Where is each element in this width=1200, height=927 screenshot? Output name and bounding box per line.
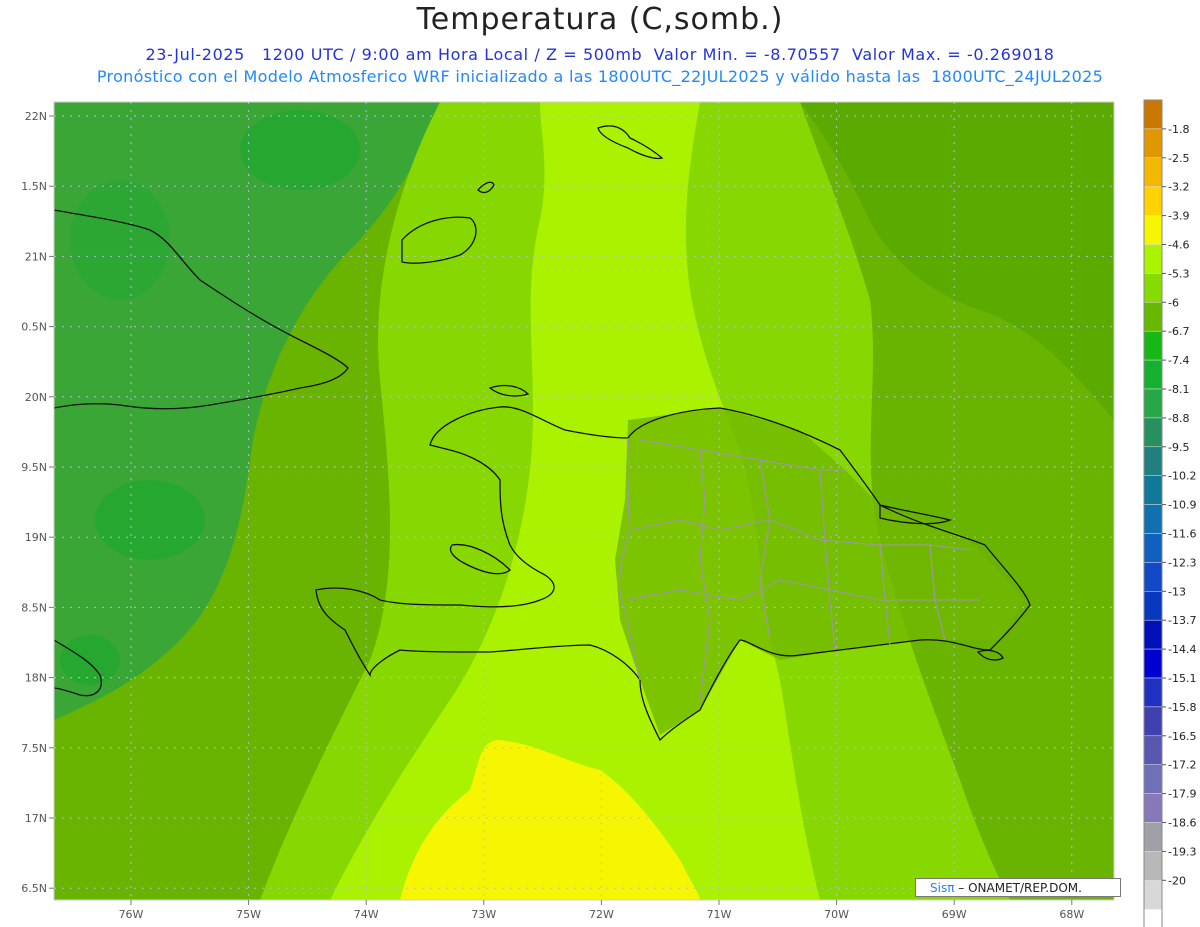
- colorbar-swatch: [1143, 157, 1163, 187]
- colorbar-swatch: [1143, 591, 1163, 621]
- lon-label: 68W: [1059, 908, 1084, 921]
- colorbar-swatch: [1143, 533, 1163, 563]
- colorbar-swatch: [1143, 388, 1163, 419]
- lon-label: 71W: [707, 908, 732, 921]
- lon-label: 72W: [589, 908, 614, 921]
- colorbar-label: -19.3: [1168, 845, 1196, 858]
- colorbar-swatch: [1143, 446, 1163, 476]
- colorbar-label: -2.5: [1168, 152, 1189, 165]
- colorbar-swatch: [1143, 793, 1163, 823]
- colorbar-swatch: [1143, 302, 1163, 332]
- colorbar-label: -8.8: [1168, 412, 1189, 425]
- lon-label: 70W: [824, 908, 849, 921]
- colorbar-swatch: [1143, 330, 1163, 361]
- colorbar-swatch: [1143, 475, 1163, 505]
- colorbar-label: -10.2: [1168, 470, 1196, 483]
- sispi-logo: Sisπ: [930, 881, 955, 895]
- lat-label: 0.5N: [21, 321, 47, 334]
- lon-label: 76W: [119, 908, 144, 921]
- colorbar-swatch: [1143, 822, 1163, 852]
- colorbar-label: -14.4: [1168, 643, 1196, 656]
- lon-label: 69W: [942, 908, 967, 921]
- lat-label: 6.5N: [21, 882, 47, 895]
- colorbar-label: -4.6: [1168, 239, 1189, 252]
- lat-label: 18N: [25, 672, 47, 685]
- lat-label: 19N: [25, 531, 47, 544]
- colorbar-label: -3.2: [1168, 181, 1189, 194]
- colorbar-label: -12.3: [1168, 556, 1196, 569]
- lat-label: 1.5N: [21, 180, 47, 193]
- colorbar-label: -15.8: [1168, 701, 1196, 714]
- lat-label: 17N: [25, 812, 47, 825]
- colorbar-swatch: [1143, 244, 1163, 274]
- colorbar-swatch: [1143, 880, 1163, 910]
- colorbar-label: -17.9: [1168, 788, 1196, 801]
- field-blob-1: [95, 480, 205, 560]
- colorbar-swatch: [1143, 648, 1163, 679]
- colorbar-swatch: [1143, 128, 1163, 159]
- credit-text: – ONAMET/REP.DOM.: [958, 881, 1082, 895]
- colorbar-label: -3.9: [1168, 210, 1189, 223]
- lon-label: 73W: [471, 908, 496, 921]
- colorbar-swatch: [1143, 359, 1163, 390]
- credit-box: Sisπ – ONAMET/REP.DOM.: [915, 878, 1121, 897]
- lat-label: 8.5N: [21, 601, 47, 614]
- colorbar-label: -13: [1168, 585, 1186, 598]
- lon-label: 75W: [236, 908, 261, 921]
- colorbar-swatch: [1143, 99, 1163, 130]
- colorbar-swatch: [1143, 764, 1163, 794]
- colorbar-label: -15.1: [1168, 672, 1196, 685]
- colorbar-label: -5.3: [1168, 267, 1189, 280]
- lon-label: 74W: [354, 908, 379, 921]
- colorbar-swatch: [1143, 504, 1163, 534]
- lat-label: 22N: [25, 110, 47, 123]
- colorbar: -1.8 -2.5 -3.2 -3.9 -4.6 -5.3 -6 -6.7 -7.4 -8.1 -8…: [1143, 99, 1196, 927]
- colorbar-label: -8.1: [1168, 383, 1189, 396]
- colorbar-label: -1.8: [1168, 123, 1189, 136]
- colorbar-swatch: [1143, 273, 1163, 303]
- lat-label: 7.5N: [21, 742, 47, 755]
- temperature-map: 22N 1.5N 21N 0.5N 20N 9.5N 19N 8.5N 18N 7.5N 17N 6.…: [21, 99, 1196, 927]
- colorbar-swatch: [1143, 619, 1163, 650]
- colorbar-label: -6: [1168, 296, 1179, 309]
- colorbar-swatch: [1143, 215, 1163, 245]
- colorbar-label: -13.7: [1168, 614, 1196, 627]
- colorbar-swatch: [1143, 186, 1163, 216]
- colorbar-label: -7.4: [1168, 354, 1189, 367]
- temperature-field: [54, 102, 1114, 900]
- latitude-labels: 22N 1.5N 21N 0.5N 20N 9.5N 19N 8.5N 18N 7.5N 17N 6.…: [21, 110, 54, 895]
- colorbar-label: -9.5: [1168, 441, 1189, 454]
- field-blob-2: [240, 110, 360, 190]
- colorbar-label: -10.9: [1168, 499, 1196, 512]
- colorbar-label: -6.7: [1168, 325, 1189, 338]
- colorbar-label: -17.2: [1168, 759, 1196, 772]
- colorbar-label: -20: [1168, 874, 1186, 887]
- colorbar-swatch: [1143, 735, 1163, 765]
- colorbar-label: -16.5: [1168, 730, 1196, 743]
- colorbar-swatch: [1143, 908, 1163, 927]
- lat-label: 9.5N: [21, 461, 47, 474]
- colorbar-swatch: [1143, 677, 1163, 708]
- colorbar-label: -18.6: [1168, 817, 1196, 830]
- lat-label: 21N: [25, 250, 47, 263]
- colorbar-label: -11.6: [1168, 528, 1196, 541]
- lat-label: 20N: [25, 391, 47, 404]
- colorbar-swatch: [1143, 706, 1163, 737]
- colorbar-swatch: [1143, 851, 1163, 881]
- longitude-labels: 76W 75W 74W 73W 72W 71W 70W 69W 68W: [119, 900, 1084, 921]
- colorbar-swatch: [1143, 417, 1163, 448]
- colorbar-swatch: [1143, 562, 1163, 592]
- field-blob-3: [70, 180, 170, 300]
